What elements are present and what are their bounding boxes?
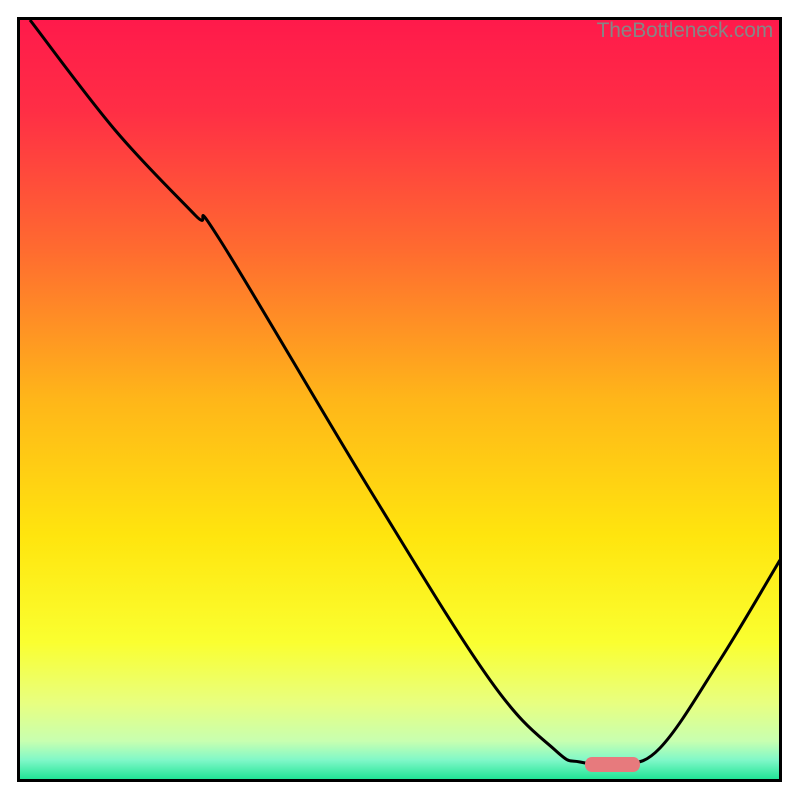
optimum-marker <box>585 757 640 772</box>
chart-canvas <box>20 20 779 779</box>
gradient-background <box>20 20 779 779</box>
watermark-text: TheBottleneck.com <box>597 19 773 43</box>
chart-frame: TheBottleneck.com <box>17 17 782 782</box>
